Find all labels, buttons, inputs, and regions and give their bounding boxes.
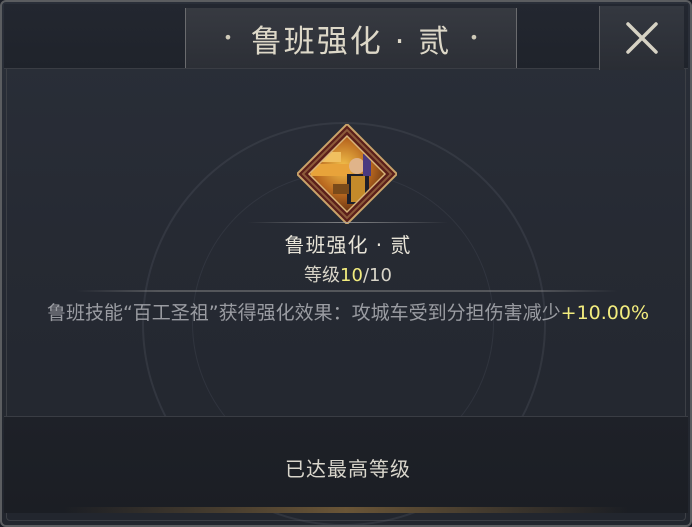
description-text: 鲁班技能“百工圣祖”获得强化效果：攻城车受到分担伤害减少 [46,302,561,324]
close-button[interactable] [599,6,684,70]
skill-name: 鲁班强化 · 贰 [284,233,412,257]
level-current: 10 [340,265,363,286]
title-dot-icon: • [469,28,479,47]
skill-level: 等级10/10 [2,261,692,287]
name-divider [248,222,448,223]
bonus-value: +10.00% [560,302,650,324]
dialog-title: 鲁班强化 · 贰 [250,23,452,60]
skill-upgrade-dialog: • 鲁班强化 · 贰 • 鲁班强化 · 贰 等级10/10 鲁班技能“百工圣祖”… [0,0,692,527]
decorative-divider [77,290,617,292]
title-dot-icon: • [223,28,233,47]
dialog-footer: 已达最高等级 [4,416,688,513]
luban-portrait-icon [295,122,399,226]
bottom-glow [64,507,628,513]
skill-description: 鲁班技能“百工圣祖”获得强化效果：攻城车受到分担伤害减少+10.00% [32,298,664,328]
max-level-status: 已达最高等级 [285,457,411,481]
title-plate: • 鲁班强化 · 贰 • [185,8,517,68]
level-max: 10 [369,265,392,286]
skill-icon-frame [295,122,399,226]
level-label: 等级 [304,265,341,286]
dialog-header: • 鲁班强化 · 贰 • [4,4,688,70]
close-icon [626,22,658,54]
